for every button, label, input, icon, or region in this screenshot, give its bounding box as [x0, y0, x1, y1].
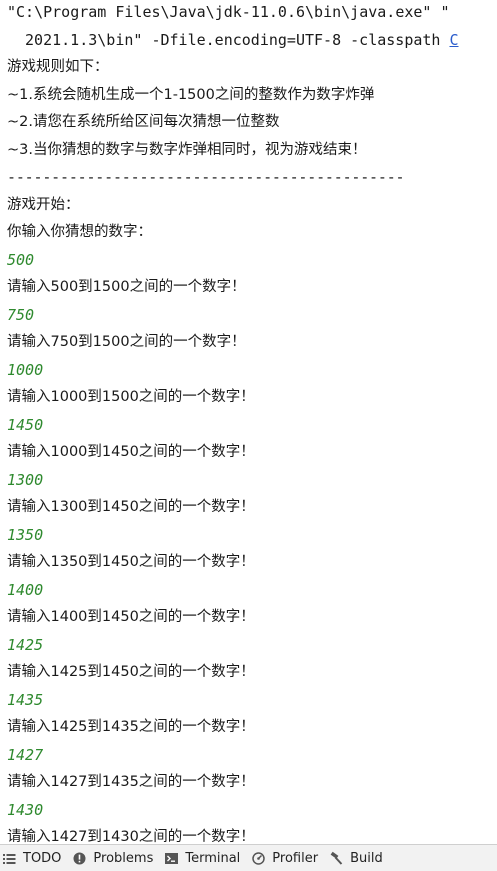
list-icon — [2, 851, 17, 866]
console-output-line: 请输入1400到1450之间的一个数字！ — [7, 609, 255, 625]
tool-window-bar: TODO Problems Terminal Profiler Build — [0, 844, 497, 871]
user-input-line: 500 — [7, 250, 35, 269]
command-text: 2021.1.3\bin" -Dfile.encoding=UTF-8 -cla… — [16, 30, 450, 49]
command-line-continued: 2021.1.3\bin" -Dfile.encoding=UTF-8 -cla… — [16, 30, 459, 50]
user-input-line: 1430 — [7, 800, 44, 819]
user-input-line: 1450 — [7, 415, 44, 434]
problems-tab-label: Problems — [93, 850, 154, 866]
user-input-line: 750 — [7, 305, 35, 324]
console-output-line: ~1.系统会随机生成一个1-1500之间的整数作为数字炸弹 — [7, 86, 375, 103]
todo-tab[interactable]: TODO — [0, 845, 70, 871]
console-output-line: ~2.请您在系统所给区间每次猜想一位整数 — [7, 114, 280, 130]
profiler-tab-label: Profiler — [272, 850, 319, 866]
problems-icon — [72, 851, 87, 866]
classpath-link[interactable]: C — [449, 31, 458, 49]
console-output-line: 请输入1427到1435之间的一个数字！ — [7, 774, 255, 790]
console-output-line: 游戏开始： — [7, 196, 80, 213]
problems-tab[interactable]: Problems — [70, 845, 162, 871]
terminal-icon — [164, 851, 179, 866]
console-output-line: 请输入750到1500之间的一个数字！ — [7, 334, 246, 350]
user-input-line: 1000 — [7, 360, 44, 379]
hammer-icon — [329, 851, 344, 866]
profiler-icon — [251, 851, 266, 866]
console-output-line: 请输入1425到1450之间的一个数字！ — [7, 664, 255, 680]
console-output-line: 请输入1000到1450之间的一个数字！ — [7, 444, 255, 460]
user-input-line: 1425 — [7, 635, 44, 654]
terminal-tab[interactable]: Terminal — [162, 845, 249, 871]
user-input-line: 1435 — [7, 690, 44, 709]
todo-tab-label: TODO — [23, 850, 62, 866]
console-output-line: ~3.当你猜想的数字与数字炸弹相同时，视为游戏结束！ — [7, 141, 367, 158]
console-output-line: 请输入1425到1435之间的一个数字！ — [7, 719, 255, 735]
console-output-line: 请输入1000到1500之间的一个数字！ — [7, 389, 255, 405]
console-output-line: 你输入你猜想的数字： — [7, 224, 152, 240]
run-console-output[interactable]: "C:\Program Files\Java\jdk-11.0.6\bin\ja… — [0, 0, 497, 844]
console-output-line: 请输入500到1500之间的一个数字！ — [7, 279, 246, 295]
profiler-tab[interactable]: Profiler — [249, 845, 327, 871]
command-line: "C:\Program Files\Java\jdk-11.0.6\bin\ja… — [7, 3, 450, 21]
user-input-line: 1400 — [7, 580, 44, 599]
console-output-line: 请输入1427到1430之间的一个数字！ — [7, 829, 255, 844]
user-input-line: 1350 — [7, 525, 44, 544]
build-tab-label: Build — [350, 850, 383, 866]
user-input-line: 1300 — [7, 470, 44, 489]
separator-line: ----------------------------------------… — [7, 168, 405, 186]
console-output-line: 游戏规则如下： — [7, 59, 109, 75]
terminal-tab-label: Terminal — [185, 850, 241, 866]
console-output-line: 请输入1350到1450之间的一个数字！ — [7, 554, 255, 570]
build-tab[interactable]: Build — [327, 845, 392, 871]
user-input-line: 1427 — [7, 745, 44, 764]
console-output-line: 请输入1300到1450之间的一个数字！ — [7, 499, 255, 515]
